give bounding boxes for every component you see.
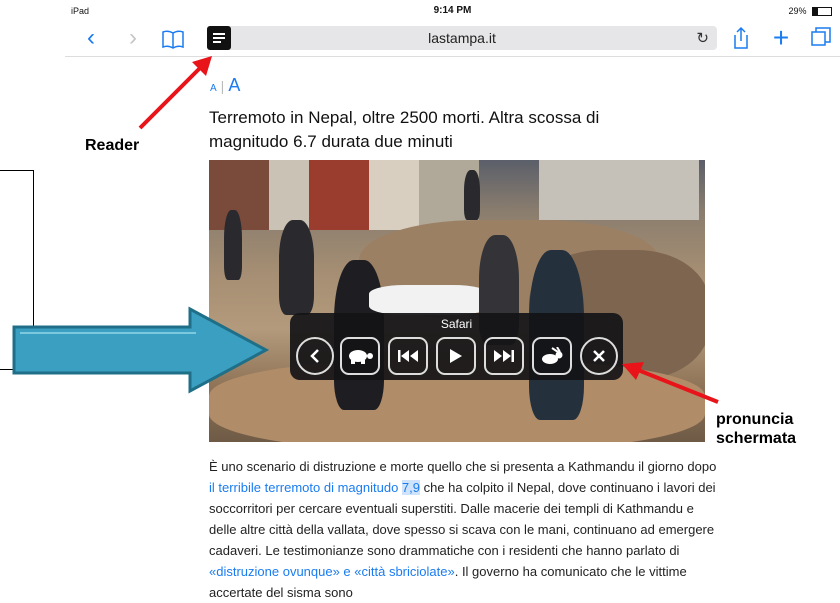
speak-screen-panel: Safari — [290, 313, 623, 380]
rabbit-icon — [542, 347, 563, 364]
speak-screen-callout: pronuncia schermata — [716, 410, 796, 448]
increase-font-button[interactable]: A — [228, 75, 240, 95]
close-button[interactable] — [580, 337, 618, 375]
speak-screen-callout-line2: schermata — [716, 430, 797, 447]
battery-icon — [812, 7, 832, 17]
bracket-line-top — [0, 170, 33, 171]
reload-button[interactable]: ↻ — [696, 29, 709, 47]
rewind-icon — [398, 350, 418, 362]
forward-button[interactable]: › — [121, 26, 145, 50]
play-icon — [450, 349, 462, 363]
chevron-left-icon — [310, 349, 319, 363]
speak-screen-arrow — [622, 362, 719, 404]
article-body: È uno scenario di distruzione e morte qu… — [209, 459, 717, 600]
turtle-icon — [349, 350, 373, 364]
slower-button[interactable] — [340, 337, 380, 375]
tabs-icon — [811, 27, 831, 46]
address-bar[interactable]: lastampa.it ↻ — [207, 26, 717, 50]
reader-arrow — [138, 56, 212, 130]
play-button[interactable] — [436, 337, 476, 375]
new-tab-button[interactable]: + — [769, 24, 793, 52]
spoken-word-highlight: 7,9 — [401, 480, 420, 495]
back-button[interactable]: ‹ — [79, 26, 103, 50]
previous-button[interactable] — [388, 337, 428, 375]
article-headline: Terremoto in Nepal, oltre 2500 morti. Al… — [209, 108, 600, 151]
speak-screen-callout-line1: pronuncia — [716, 411, 794, 428]
share-button[interactable] — [729, 26, 753, 50]
close-icon — [593, 350, 605, 362]
fast-forward-icon — [494, 350, 514, 362]
speak-panel-title: Safari — [440, 317, 473, 331]
blue-arrow — [12, 306, 270, 394]
battery-percent: 29% — [788, 6, 807, 16]
clock: 9:14 PM — [433, 5, 472, 16]
article-link-earthquake[interactable]: il terribile terremoto di magnitudo 7,9 — [209, 480, 420, 495]
next-button[interactable] — [484, 337, 524, 375]
bookmarks-button[interactable] — [161, 26, 185, 50]
collapse-button[interactable] — [296, 337, 334, 375]
faster-button[interactable] — [532, 337, 572, 375]
status-bar: iPad 9:14 PM 29% — [65, 0, 840, 20]
reader-callout: Reader — [85, 137, 140, 154]
battery-status: 29% — [788, 6, 832, 17]
browser-toolbar: ‹ › lastampa.it ↻ + — [65, 20, 840, 57]
book-icon — [162, 30, 184, 49]
share-icon — [734, 26, 748, 49]
article-link-destruction[interactable]: «distruzione ovunque» e «città sbriciola… — [209, 564, 455, 579]
tabs-button[interactable] — [809, 26, 833, 50]
url-text: lastampa.it — [428, 30, 496, 46]
